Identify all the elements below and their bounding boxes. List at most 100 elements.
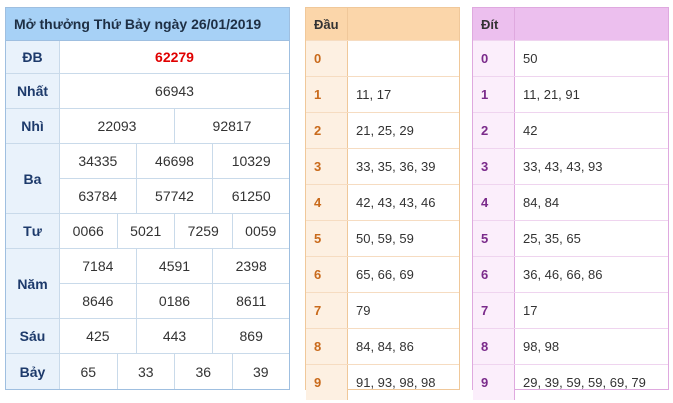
dau-numbers: 65, 66, 69 xyxy=(356,267,414,282)
dau-numbers: 50, 59, 59 xyxy=(356,231,414,246)
prize-number: 4591 xyxy=(135,249,213,283)
dau-numbers: 33, 35, 36, 39 xyxy=(356,159,436,174)
prize-number: 92817 xyxy=(174,109,289,143)
dau-digit: 2 xyxy=(306,113,348,148)
prize-label: Sáu xyxy=(6,319,60,353)
prize-row: ĐB 62279 xyxy=(6,41,289,74)
duoi-numbers: 36, 46, 66, 86 xyxy=(523,267,603,282)
duoi-numbers: 17 xyxy=(523,303,538,318)
dau-numbers: 42, 43, 43, 46 xyxy=(356,195,436,210)
duoi-row: 3 33, 43, 43, 93 xyxy=(473,148,668,184)
prize-line: 7184 4591 2398 xyxy=(60,249,289,283)
prize-number: 34335 xyxy=(78,153,118,169)
prize-values: 62279 xyxy=(60,41,289,73)
duoi-digit: 4 xyxy=(473,185,515,220)
duoi-numbers: 11, 21, 91 xyxy=(523,87,580,102)
dau-row: 5 50, 59, 59 xyxy=(306,220,459,256)
prize-number: 7184 xyxy=(82,258,114,274)
duoi-row: 8 98, 98 xyxy=(473,328,668,364)
dau-row: 7 79 xyxy=(306,292,459,328)
dau-numbers xyxy=(348,41,459,76)
dau-digit: 1 xyxy=(306,77,348,112)
prize-number: 65 xyxy=(80,363,97,380)
duoi-digit: 8 xyxy=(473,329,515,364)
prize-number: 5021 xyxy=(116,214,175,248)
tail-digit-body: 0 50 1 11, 21, 91 2 42 3 33, 43, 43, 93 4 84, 84 5… xyxy=(473,40,668,400)
prize-number: 33 xyxy=(116,354,175,389)
prize-row: Bảy 65 33 36 39 xyxy=(6,354,289,389)
prize-number: 8611 xyxy=(212,284,289,318)
dau-numbers: 79 xyxy=(356,303,371,318)
dau-row: 9 91, 93, 98, 98 xyxy=(306,364,459,400)
special-prize-number: 62279 xyxy=(155,49,194,65)
tail-digit-header: Đít xyxy=(473,8,668,40)
head-digit-header-blank xyxy=(348,8,459,40)
dau-numbers: 21, 25, 29 xyxy=(356,123,414,138)
duoi-digit: 5 xyxy=(473,221,515,256)
prize-line: 65 33 36 39 xyxy=(60,354,289,389)
prize-number: 61250 xyxy=(212,179,289,213)
duoi-digit: 3 xyxy=(473,149,515,184)
prize-values: 7184 4591 2398 8646 0186 8611 xyxy=(60,249,289,318)
duoi-row: 6 36, 46, 66, 86 xyxy=(473,256,668,292)
duoi-row: 7 17 xyxy=(473,292,668,328)
duoi-numbers: 25, 35, 65 xyxy=(523,231,581,246)
tail-digit-table: Đít 0 50 1 11, 21, 91 2 42 3 33, 43, 43, 93 4 84,… xyxy=(472,7,669,400)
prize-number: 869 xyxy=(212,319,289,353)
prize-label: Ba xyxy=(6,144,60,213)
prize-number: 46698 xyxy=(135,144,213,178)
prize-line: 63784 57742 61250 xyxy=(60,178,289,213)
prize-number: 2398 xyxy=(212,249,289,283)
prize-number: 443 xyxy=(135,319,213,353)
dau-digit: 0 xyxy=(306,41,348,76)
prize-values: 65 33 36 39 xyxy=(60,354,289,389)
dau-row: 6 65, 66, 69 xyxy=(306,256,459,292)
dau-row: 8 84, 84, 86 xyxy=(306,328,459,364)
prize-row: Ba 34335 46698 10329 63784 57742 61250 xyxy=(6,144,289,214)
dau-numbers: 84, 84, 86 xyxy=(356,339,414,354)
prize-row: Nhất 66943 xyxy=(6,74,289,109)
duoi-digit: 1 xyxy=(473,77,515,112)
results-table: Mở thưởng Thứ Bảy ngày 26/01/2019 ĐB 6227… xyxy=(5,7,290,390)
duoi-digit: 2 xyxy=(473,113,515,148)
prize-number: 39 xyxy=(231,354,290,389)
dau-row: 1 11, 17 xyxy=(306,76,459,112)
prize-label: Nhì xyxy=(6,109,60,143)
duoi-numbers: 84, 84 xyxy=(523,195,560,210)
tail-digit-header-label: Đít xyxy=(473,8,515,40)
duoi-numbers: 33, 43, 43, 93 xyxy=(523,159,603,174)
prize-number: 0059 xyxy=(231,214,290,248)
duoi-digit: 7 xyxy=(473,293,515,328)
prize-number: 0186 xyxy=(135,284,213,318)
duoi-digit: 0 xyxy=(473,41,515,76)
prize-number: 63784 xyxy=(78,188,118,204)
prize-number: 36 xyxy=(174,354,232,389)
prize-row: Nhì 22093 92817 xyxy=(6,109,289,144)
head-digit-header: Đầu xyxy=(306,8,459,40)
prize-row: Tư 0066 5021 7259 0059 xyxy=(6,214,289,249)
dau-digit: 3 xyxy=(306,149,348,184)
duoi-digit: 9 xyxy=(473,365,515,400)
duoi-row: 9 29, 39, 59, 59, 69, 79 xyxy=(473,364,668,400)
dau-digit: 7 xyxy=(306,293,348,328)
dau-row: 4 42, 43, 43, 46 xyxy=(306,184,459,220)
results-title: Mở thưởng Thứ Bảy ngày 26/01/2019 xyxy=(6,8,289,41)
results-body: ĐB 62279 Nhất 66943 Nhì 22093 92817 Ba 34335 4669… xyxy=(6,41,289,389)
prize-row: Năm 7184 4591 2398 8646 0186 8611 xyxy=(6,249,289,319)
prize-values: 0066 5021 7259 0059 xyxy=(60,214,289,248)
duoi-numbers: 29, 39, 59, 59, 69, 79 xyxy=(523,375,646,390)
duoi-row: 5 25, 35, 65 xyxy=(473,220,668,256)
dau-row: 0 xyxy=(306,40,459,76)
prize-line: 66943 xyxy=(60,74,289,108)
prize-number: 66943 xyxy=(155,83,194,99)
dau-numbers: 11, 17 xyxy=(356,87,392,102)
prize-line: 0066 5021 7259 0059 xyxy=(60,214,289,248)
duoi-numbers: 50 xyxy=(523,51,538,66)
dau-numbers: 91, 93, 98, 98 xyxy=(356,375,436,390)
prize-line: 425 443 869 xyxy=(60,319,289,353)
tail-digit-header-blank xyxy=(515,8,668,40)
dau-digit: 6 xyxy=(306,257,348,292)
prize-values: 425 443 869 xyxy=(60,319,289,353)
prize-line: 22093 92817 xyxy=(60,109,289,143)
dau-digit: 8 xyxy=(306,329,348,364)
